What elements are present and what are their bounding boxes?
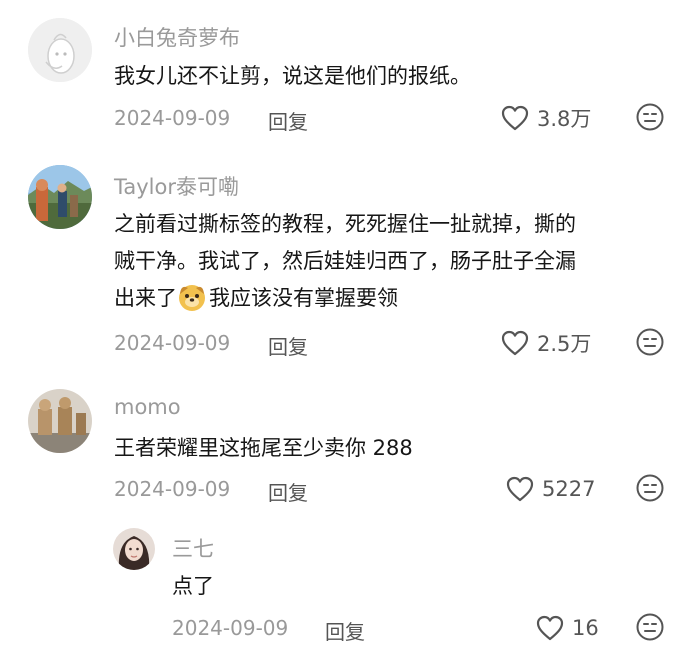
comment-text-line: 我女儿还不让剪，说这是他们的报纸。 xyxy=(114,64,471,88)
avatar-photo xyxy=(28,389,92,453)
comment-text-line: 贼干净。我试了，然后娃娃归西了，肠子肚子全漏 xyxy=(114,249,576,273)
like-button[interactable]: 3.8万 xyxy=(501,102,591,134)
reply-button[interactable]: 回复 xyxy=(325,616,365,645)
dislike-face-icon xyxy=(636,613,664,641)
comment-text-line: 出来了 我应该没有掌握要领 xyxy=(114,280,576,317)
dislike-button[interactable] xyxy=(635,102,665,132)
avatar[interactable] xyxy=(28,18,92,82)
comment-meta: 2024-09-09 回复 2.5万 xyxy=(0,327,690,359)
avatar-photo xyxy=(113,528,155,570)
comment-text: 王者荣耀里这拖尾至少卖你 288 xyxy=(114,430,413,467)
heart-icon xyxy=(506,476,534,502)
like-count: 16 xyxy=(572,616,599,640)
avatar-photo xyxy=(28,165,92,229)
comment-meta: 2024-09-09 回复 5227 xyxy=(0,473,690,505)
comment-text-line: 王者荣耀里这拖尾至少卖你 288 xyxy=(114,436,413,460)
dislike-face-icon xyxy=(636,103,664,131)
heart-icon xyxy=(501,105,529,131)
comment-meta: 2024-09-09 回复 3.8万 xyxy=(0,102,690,134)
heart-icon xyxy=(501,330,529,356)
comment-text: 我女儿还不让剪，说这是他们的报纸。 xyxy=(114,58,471,95)
avatar[interactable] xyxy=(28,389,92,453)
comment-date: 2024-09-09 xyxy=(114,106,231,130)
dislike-button[interactable] xyxy=(635,473,665,503)
heart-icon xyxy=(536,615,564,641)
comment-username[interactable]: Taylor泰可嘞 xyxy=(114,171,239,201)
like-count: 3.8万 xyxy=(537,107,592,131)
dislike-face-icon xyxy=(636,474,664,502)
comment-date: 2024-09-09 xyxy=(114,477,231,501)
like-count: 5227 xyxy=(542,477,596,501)
avatar[interactable] xyxy=(113,528,155,570)
like-button[interactable]: 2.5万 xyxy=(501,327,591,359)
like-button[interactable]: 16 xyxy=(536,612,599,644)
reply-button[interactable]: 回复 xyxy=(268,331,308,360)
comment-text-line: 点了 xyxy=(172,574,214,598)
avatar[interactable] xyxy=(28,165,92,229)
comment-text: 之前看过撕标签的教程，死死握住一扯就掉，撕的 贼干净。我试了，然后娃娃归西了，肠… xyxy=(114,206,576,317)
dislike-face-icon xyxy=(636,328,664,356)
comment-meta: 2024-09-09 回复 16 xyxy=(0,612,690,644)
comment-username[interactable]: 小白兔奇萝布 xyxy=(114,22,240,52)
comment-text-segment: 出来了 xyxy=(114,286,177,310)
comment-text: 点了 xyxy=(172,568,214,605)
like-count: 2.5万 xyxy=(537,332,592,356)
comment-username[interactable]: momo xyxy=(114,395,181,419)
comment-date: 2024-09-09 xyxy=(172,616,289,640)
reply-button[interactable]: 回复 xyxy=(268,477,308,506)
dislike-button[interactable] xyxy=(635,327,665,357)
comment-text-segment: 我应该没有掌握要领 xyxy=(209,286,398,310)
dog-emoji-icon xyxy=(179,285,205,311)
comment-date: 2024-09-09 xyxy=(114,331,231,355)
default-avatar-icon xyxy=(28,18,92,82)
like-button[interactable]: 5227 xyxy=(506,473,595,505)
comment-text-line: 之前看过撕标签的教程，死死握住一扯就掉，撕的 xyxy=(114,212,576,236)
dislike-button[interactable] xyxy=(635,612,665,642)
comment-username[interactable]: 三七 xyxy=(172,533,214,563)
reply-button[interactable]: 回复 xyxy=(268,106,308,135)
